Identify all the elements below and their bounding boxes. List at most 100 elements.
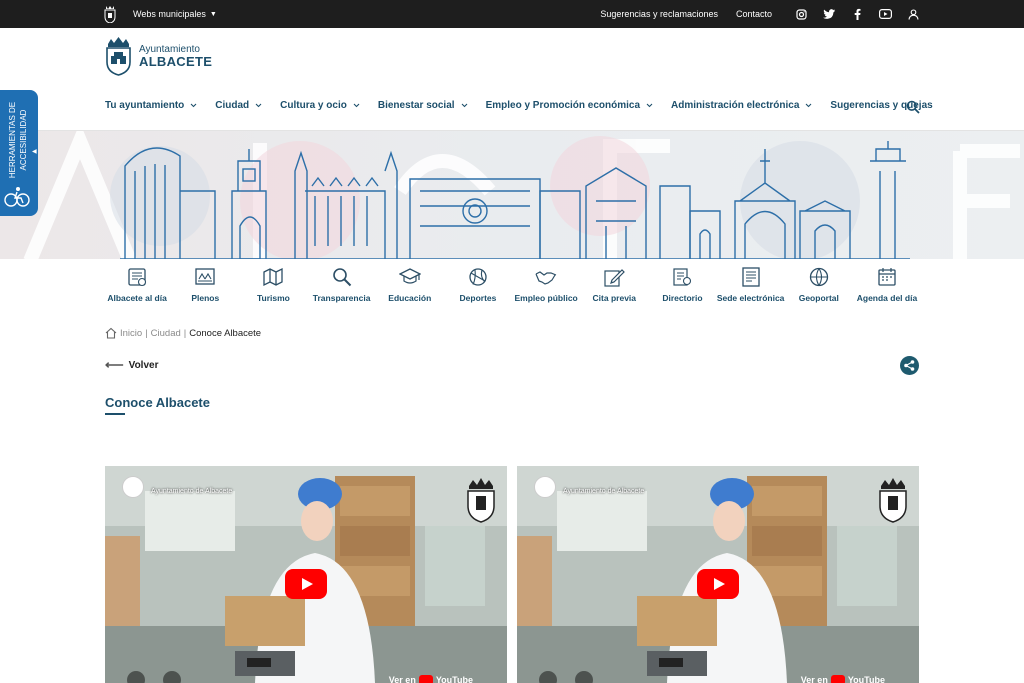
quick-link-plenos[interactable]: Plenos (171, 266, 239, 303)
quick-link-educacion[interactable]: Educación (376, 266, 444, 303)
map-icon (263, 267, 284, 287)
watch-on-youtube-link[interactable]: Ver en YouTube (389, 675, 473, 683)
quick-link-deportes[interactable]: Deportes (444, 266, 512, 303)
quick-link-label: Plenos (191, 293, 220, 303)
site-logo[interactable]: Ayuntamiento ALBACETE (105, 36, 212, 76)
quick-link-label: Directorio (662, 293, 703, 303)
accessibility-icon (4, 187, 30, 207)
channel-watermark-crest (467, 478, 495, 523)
share-button[interactable] (900, 356, 919, 375)
youtube-logo-icon (830, 675, 845, 683)
watch-on-youtube-link[interactable]: Ver en YouTube (801, 675, 885, 683)
contact-link[interactable]: Contacto (736, 9, 772, 19)
quick-link-empleo-publico[interactable]: Empleo público (512, 266, 580, 303)
breadcrumb-separator: | (183, 327, 187, 339)
quick-link-label: Turismo (256, 293, 290, 303)
logo-line-1: Ayuntamiento (139, 43, 200, 55)
quick-link-directorio[interactable]: Directorio (648, 266, 716, 303)
twitter-icon[interactable] (822, 7, 836, 21)
caret-down-icon: ▼ (209, 10, 217, 18)
nav-tu-ayuntamiento[interactable]: Tu ayuntamiento (105, 100, 197, 111)
quick-link-label: Educación (388, 293, 432, 303)
quick-link-label: Empleo público (514, 293, 578, 303)
youtube-logo-icon (418, 675, 433, 683)
albacete-crest-icon (106, 37, 131, 76)
quick-link-label: Albacete al día (107, 293, 167, 303)
quick-links: Albacete al día Plenos Turismo Transpare… (103, 266, 921, 303)
watch-on-label: Ver en (388, 675, 416, 683)
nav-administracion-electronica[interactable]: Administración electrónica (671, 100, 812, 111)
back-label: Volver (128, 359, 159, 371)
city-skyline-illustration (0, 131, 1024, 259)
nav-cultura-y-ocio[interactable]: Cultura y ocio (280, 100, 360, 111)
handshake-icon (535, 271, 557, 285)
breadcrumb-ciudad[interactable]: Ciudad (151, 328, 181, 339)
chevron-down-icon (461, 103, 467, 108)
quick-link-turismo[interactable]: Turismo (239, 266, 307, 303)
quick-link-label: Transparencia (312, 293, 371, 303)
chevron-down-icon (190, 103, 197, 108)
channel-avatar[interactable] (534, 476, 556, 498)
quick-link-transparencia[interactable]: Transparencia (308, 266, 376, 303)
play-button[interactable] (697, 569, 739, 599)
breadcrumb: Inicio | Ciudad | Conoce Albacete (105, 327, 261, 339)
magnifier-icon (332, 268, 351, 287)
nav-ciudad[interactable]: Ciudad (215, 100, 262, 111)
channel-watermark-crest (879, 478, 907, 523)
quick-link-label: Agenda del día (856, 293, 918, 303)
quick-link-geoportal[interactable]: Geoportal (785, 266, 853, 303)
chevron-down-icon (806, 103, 812, 108)
video-control[interactable] (163, 671, 181, 683)
suggestions-link[interactable]: Sugerencias y reclamaciones (600, 9, 718, 19)
webs-municipales-label: Webs municipales (133, 9, 206, 19)
city-crest-icon (104, 6, 116, 23)
breadcrumb-inicio[interactable]: Inicio (120, 328, 142, 339)
main-navigation: Tu ayuntamiento Ciudad Cultura y ocio Bi… (105, 100, 951, 111)
video-player[interactable]: Ayuntamiento de Albacete Ver en YouTube (105, 466, 507, 683)
channel-name[interactable]: Ayuntamiento de Albacete (563, 488, 644, 495)
quick-link-label: Cita previa (592, 293, 637, 303)
quick-link-label: Sede electrónica (716, 293, 785, 303)
globe-icon (809, 267, 828, 287)
pencil-icon (604, 269, 626, 287)
platform-label: YouTube (435, 675, 473, 683)
youtube-icon[interactable] (878, 7, 892, 21)
quick-link-albacete-al-dia[interactable]: Albacete al día (103, 266, 171, 303)
instagram-icon[interactable] (794, 7, 808, 21)
nav-bienestar-social[interactable]: Bienestar social (378, 100, 468, 111)
arrow-left-icon: ⟵ (105, 357, 124, 372)
page-title: Conoce Albacete (105, 395, 210, 410)
quick-link-agenda-del-dia[interactable]: Agenda del día (853, 266, 921, 303)
chevron-down-icon (646, 103, 653, 108)
arrow-left-icon: ◀ (32, 149, 37, 155)
search-icon[interactable] (906, 100, 920, 114)
ball-icon (469, 268, 487, 286)
user-icon[interactable] (906, 7, 920, 21)
title-underline (105, 413, 125, 415)
nav-empleo[interactable]: Empleo y Promoción económica (486, 100, 653, 111)
accessibility-tools-tab[interactable]: HERRAMIENTAS DE ACCESIBILIDAD ◀ (0, 90, 38, 216)
home-icon[interactable] (105, 327, 117, 339)
quick-link-cita-previa[interactable]: Cita previa (580, 266, 648, 303)
quick-link-label: Deportes (459, 293, 497, 303)
webs-municipales-dropdown[interactable]: Webs municipales ▼ (133, 9, 217, 19)
nav-label: Administración electrónica (671, 100, 800, 111)
facebook-icon[interactable] (850, 7, 864, 21)
video-control[interactable] (127, 671, 145, 683)
video-control[interactable] (575, 671, 593, 683)
document-icon (741, 267, 760, 287)
nav-label: Empleo y Promoción económica (485, 100, 641, 111)
quick-link-sede-electronica[interactable]: Sede electrónica (717, 266, 785, 303)
video-player[interactable]: Ayuntamiento de Albacete Ver en YouTube (517, 466, 919, 683)
channel-avatar[interactable] (122, 476, 144, 498)
chevron-down-icon (255, 103, 262, 108)
video-control[interactable] (539, 671, 557, 683)
channel-name[interactable]: Ayuntamiento de Albacete (151, 488, 232, 495)
watch-on-label: Ver en (800, 675, 828, 683)
nav-label: Bienestar social (377, 100, 455, 111)
play-button[interactable] (285, 569, 327, 599)
back-button[interactable]: ⟵ Volver (105, 357, 158, 373)
calendar-icon (878, 268, 896, 286)
breadcrumb-current: Conoce Albacete (189, 327, 262, 339)
top-bar: Webs municipales ▼ Sugerencias y reclama… (0, 0, 1024, 28)
